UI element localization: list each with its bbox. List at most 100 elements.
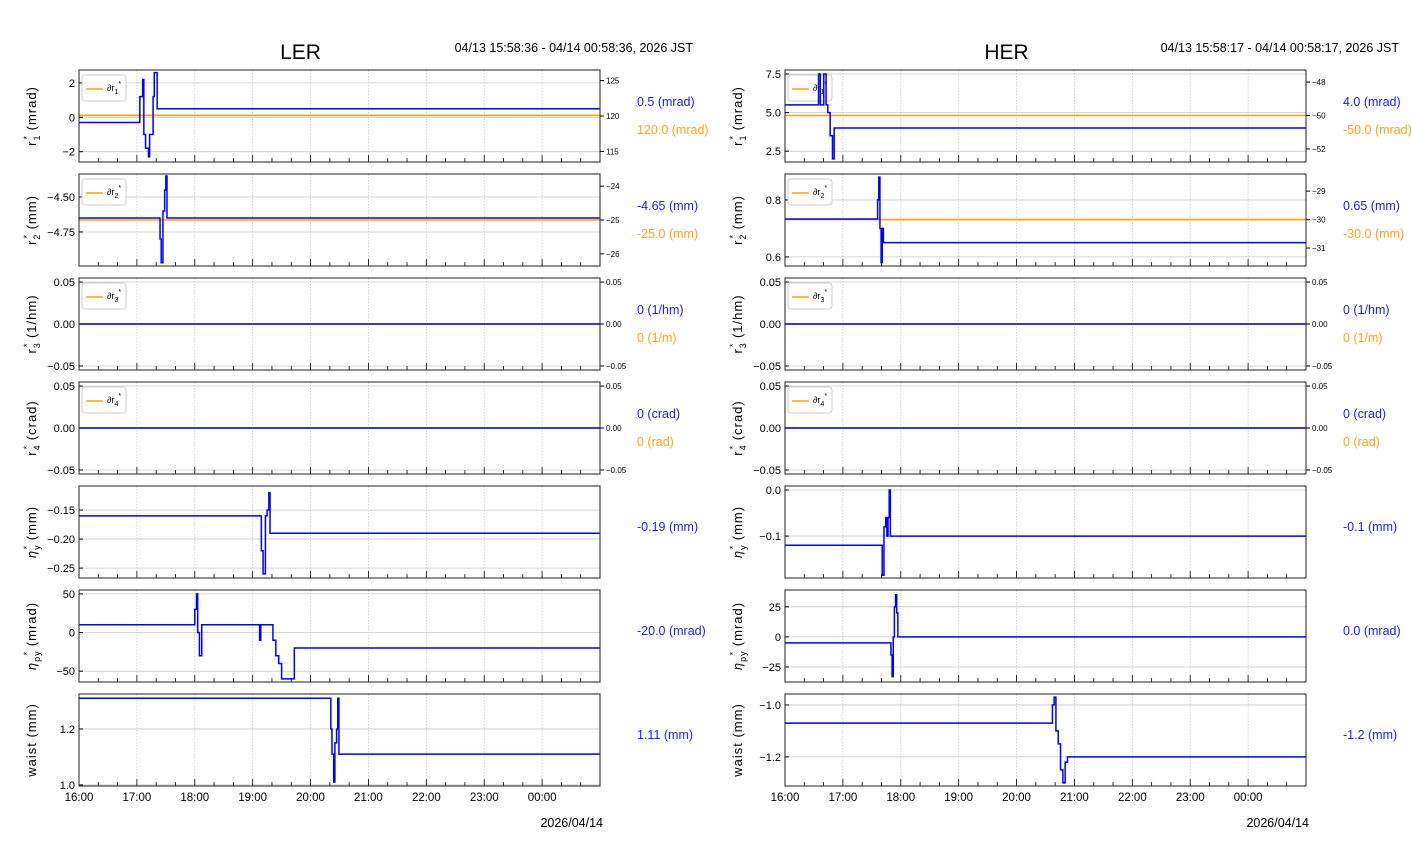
y-tick-label: 0 (775, 632, 781, 644)
y-label-unit: (mm) (24, 506, 39, 540)
subplot-ler-6: 50 0 −50 ηpy* (mrad) -20.0 (mrad) (22, 589, 706, 683)
legend-star: * (118, 289, 121, 296)
legend-box (787, 282, 833, 310)
secondary-y-tick-label: 0.00 (606, 424, 622, 433)
legend-symbol: ∂r (107, 395, 114, 405)
y-label-unit: (mrad) (730, 86, 745, 130)
legend-box (787, 386, 833, 414)
legend-box (81, 74, 127, 102)
legend-box (81, 386, 127, 414)
legend: ∂r2* (81, 178, 127, 206)
current-value-label: -4.65 (mm) (637, 199, 698, 213)
legend-star: * (118, 81, 121, 88)
secondary-y-tick-label: −48 (1312, 78, 1326, 87)
x-tick-label: 17:00 (122, 792, 151, 804)
y-tick-label: 1.2 (60, 724, 75, 736)
legend: ∂r4* (81, 386, 127, 414)
subplot-ler-4: 0.05 0.00 −0.05 0.05 0.00 −0.05 ∂r4* r4* (crad)… (22, 381, 680, 477)
legend-symbol: ∂r (813, 187, 820, 197)
current-value-label: 0.65 (mm) (1343, 199, 1400, 213)
y-tick-label: 5.0 (766, 108, 781, 120)
legend-symbol: ∂r (107, 187, 114, 197)
axes-frame (784, 485, 1307, 579)
current-value-label: 0.0 (mrad) (1343, 624, 1401, 638)
offset-value-label: -30.0 (mm) (1343, 227, 1404, 241)
y-tick-label: 25 (769, 602, 781, 614)
y-tick-label: −0.05 (47, 361, 75, 373)
current-value-label: -0.1 (mm) (1343, 520, 1397, 534)
y-label-unit: (mm) (730, 703, 745, 737)
y-tick-label: 7.5 (766, 69, 781, 81)
current-value-label: 0 (crad) (1343, 407, 1386, 421)
y-tick-label: −0.05 (47, 465, 75, 477)
secondary-y-tick-label: 125 (606, 77, 620, 86)
secondary-y-tick-label: −0.05 (1312, 466, 1333, 475)
y-label-subscript: py (738, 650, 748, 662)
current-value-label: 1.11 (mm) (637, 728, 693, 742)
time-range-label: 04/13 15:58:36 - 04/14 00:58:36, 2026 JS… (455, 41, 694, 55)
x-tick-label: 22:00 (1118, 792, 1147, 804)
y-label-symbol: η (24, 662, 39, 670)
y-label-unit: (mm) (24, 703, 39, 737)
y-tick-label: −0.15 (47, 505, 75, 517)
secondary-y-tick-label: −52 (1312, 145, 1326, 154)
legend-symbol: ∂r (813, 83, 820, 93)
current-value-label: 4.0 (mrad) (1343, 95, 1401, 109)
series-line-waist (785, 696, 1306, 784)
offset-value-label: 120.0 (mrad) (637, 123, 709, 137)
y-tick-label: 1.0 (60, 780, 75, 792)
axes-frame (78, 485, 601, 579)
subplot-ler-1: 2 0 −2 115 120 125 ∂r1* r1* (mrad) 0.5 (mrad) 120… (22, 69, 709, 163)
y-label-unit: (mrad) (24, 86, 39, 130)
legend-subscript: 4 (114, 401, 118, 408)
axes-frame (784, 693, 1307, 787)
series-line-eta_y-star (785, 489, 1306, 576)
secondary-y-tick-label: 0.00 (1312, 424, 1328, 433)
y-label-unit: (crad) (24, 400, 39, 440)
y-label-unit: (mm) (730, 506, 745, 540)
current-value-label: -0.19 (mm) (637, 520, 698, 534)
secondary-y-tick-label: −29 (1312, 187, 1326, 196)
date-label: 2026/04/14 (540, 816, 603, 830)
secondary-y-tick-label: 0.00 (1312, 320, 1328, 329)
y-tick-label: 0.05 (54, 381, 75, 393)
secondary-y-tick-label: −30 (1312, 216, 1326, 225)
offset-value-label: 0 (1/m) (1343, 331, 1383, 345)
offset-value-label: -50.0 (mrad) (1343, 123, 1412, 137)
secondary-y-tick-label: −0.05 (606, 466, 627, 475)
offset-value-label: 0 (rad) (1343, 435, 1380, 449)
y-axis-label: r1* (mrad) (22, 86, 42, 146)
y-tick-label: −4.50 (47, 192, 75, 204)
y-axis-label: r3* (1/hm) (728, 294, 748, 353)
y-tick-label: 0.8 (766, 195, 781, 207)
offset-value-label: -25.0 (mm) (637, 227, 698, 241)
y-tick-label: 0.6 (766, 252, 781, 264)
x-tick-label: 17:00 (828, 792, 857, 804)
subplot-ler-2: −4.50 −4.75 −24 −25 −26 ∂r2* r2* (mm) -4.65 (mm… (22, 173, 698, 267)
x-tick-label: 00:00 (528, 792, 557, 804)
y-tick-label: 50 (63, 589, 75, 601)
legend-box (787, 178, 833, 206)
subplot-her-4: 0.05 0.00 −0.05 0.05 0.00 −0.05 ∂r4* r4* (crad)… (728, 381, 1386, 477)
legend-subscript: 2 (114, 193, 118, 200)
y-label-symbol: η (730, 662, 745, 670)
y-label-symbol: η (730, 550, 745, 558)
current-value-label: 0 (1/hm) (1343, 303, 1390, 317)
current-value-label: 0 (1/hm) (637, 303, 684, 317)
y-tick-label: 2.5 (766, 146, 781, 158)
current-value-label: 0.5 (mrad) (637, 95, 695, 109)
legend-star: * (824, 289, 827, 296)
legend-box (81, 178, 127, 206)
legend: ∂r1* (81, 74, 127, 102)
secondary-y-tick-label: 0.05 (606, 382, 622, 391)
subplot-her-1: 7.55.02.5−48−50−52∂r1*r1* (mrad) 4.0 (mra… (728, 69, 1412, 163)
offset-value-label: 0 (1/m) (637, 331, 677, 345)
y-label-symbol: waist (730, 742, 745, 778)
series-line-eta_py-star (79, 593, 600, 680)
y-axis-label: ηpy* (mrad) (728, 602, 748, 670)
series-line-r1-star (785, 73, 1306, 160)
secondary-y-tick-label: −0.05 (1312, 362, 1333, 371)
secondary-y-tick-label: 0.05 (1312, 278, 1328, 287)
y-tick-label: 0.0 (766, 485, 781, 497)
subplot-her-6: 25 0 −25 ηpy* (mrad) 0.0 (mrad) (728, 589, 1401, 683)
